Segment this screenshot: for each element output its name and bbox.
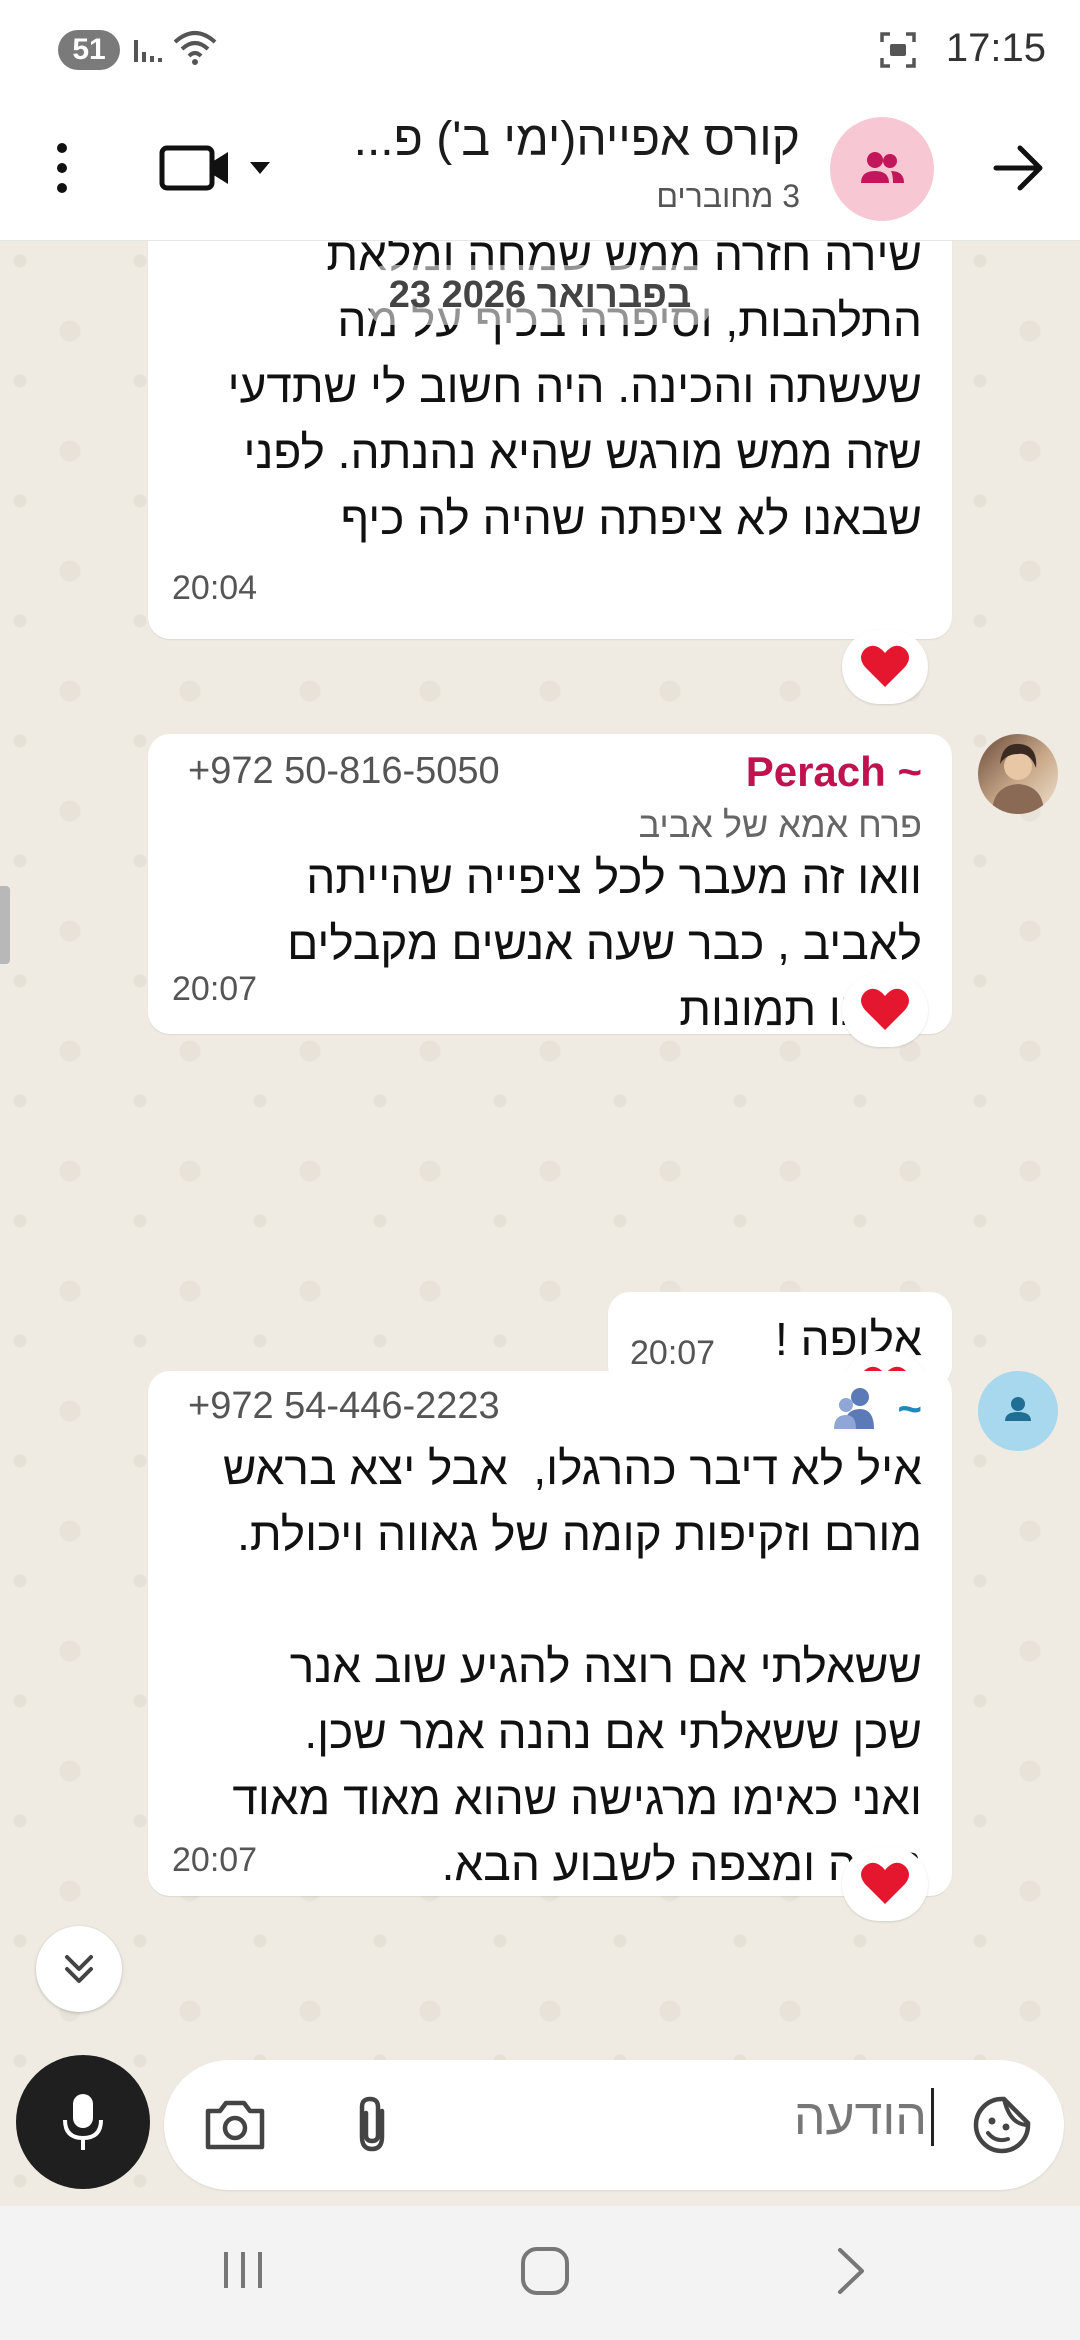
screenshot-icon (878, 30, 918, 75)
message-time: 20:07 (630, 1334, 716, 1372)
sender-name[interactable]: ~ (897, 1385, 922, 1433)
attach-button[interactable] (342, 2093, 406, 2157)
reaction-badge[interactable] (842, 1847, 928, 1921)
message-input[interactable]: הודעה (794, 2088, 934, 2146)
recents-icon[interactable] (218, 2244, 268, 2299)
message-text: איל לא דיבר כהרגלו, אבל יצא בראש מורם וז… (222, 1442, 922, 1890)
paperclip-icon (359, 2096, 385, 2152)
sender-avatar[interactable] (978, 734, 1058, 814)
scroll-to-bottom-button[interactable] (36, 1926, 122, 2012)
message-time: 20:04 (172, 569, 258, 607)
message-time: 20:07 (172, 1841, 258, 1879)
sticker-icon (973, 2096, 1031, 2154)
wifi-icon (172, 28, 218, 73)
camera-button[interactable] (202, 2093, 268, 2157)
voice-message-button[interactable] (16, 2055, 150, 2189)
more-options-button[interactable] (42, 136, 82, 200)
heart-icon (861, 988, 909, 1030)
system-nav-bar (0, 2206, 1080, 2340)
sticker-emoji-button[interactable] (970, 2093, 1034, 2157)
sender-name[interactable]: ~ Perach (746, 748, 922, 796)
group-avatar[interactable] (830, 117, 934, 221)
person-icon (1005, 1397, 1031, 1421)
more-vert-icon (57, 143, 67, 193)
business-badge-icon (834, 1385, 876, 1436)
message-bubble[interactable]: ~ +972 54-446-2223 איל לא דיבר כהרגלו, א… (148, 1371, 952, 1896)
heart-icon (861, 645, 909, 687)
video-camera-icon (159, 145, 270, 191)
video-call-button[interactable] (158, 136, 282, 200)
heart-icon (861, 1862, 909, 1904)
date-chip: 23 בפברואר 2026 (370, 265, 710, 325)
sender-phone[interactable]: +972 54-446-2223 (188, 1385, 500, 1428)
back-nav-icon[interactable] (826, 2244, 876, 2303)
message-bubble[interactable]: ~ Perach +972 50-816-5050 פרח אמא של אבי… (148, 734, 952, 1035)
status-bar: 51 17:15 (0, 0, 1080, 100)
message-time: 20:07 (172, 970, 258, 1008)
sender-push-name: פרח אמא של אביב (638, 804, 922, 845)
reaction-badge[interactable] (842, 630, 928, 704)
reaction-badge[interactable] (842, 973, 928, 1047)
sender-phone[interactable]: +972 50-816-5050 (188, 750, 500, 793)
microphone-icon (63, 2094, 103, 2150)
home-icon[interactable] (518, 2244, 572, 2303)
clock: 17:15 (945, 26, 1046, 70)
camera-icon (205, 2100, 265, 2150)
message-input-bar: הודעה (164, 2060, 1064, 2190)
chat-subtitle: 3 מחוברים (656, 178, 800, 214)
chat-header: קורס אפייה(ימי ב') פ... 3 מחוברים (0, 100, 1080, 241)
chat-messages[interactable]: שירה חזרה ממש שמחה ומלאת התלהבות, וסיפרה… (0, 241, 1080, 2206)
notification-count-badge: 51 (58, 30, 120, 70)
chat-title[interactable]: קורס אפייה(ימי ב') פ... (320, 112, 800, 167)
sender-avatar[interactable] (978, 1371, 1058, 1451)
edge-panel-handle[interactable] (0, 886, 10, 964)
group-icon (861, 152, 904, 183)
signal-icon (132, 34, 166, 73)
message-text: וואו זה מעבר לכל ציפייה שהייתה לאביב , כ… (287, 851, 922, 1035)
double-chevron-down-icon (65, 1955, 93, 1983)
back-arrow-icon[interactable] (986, 136, 1050, 200)
